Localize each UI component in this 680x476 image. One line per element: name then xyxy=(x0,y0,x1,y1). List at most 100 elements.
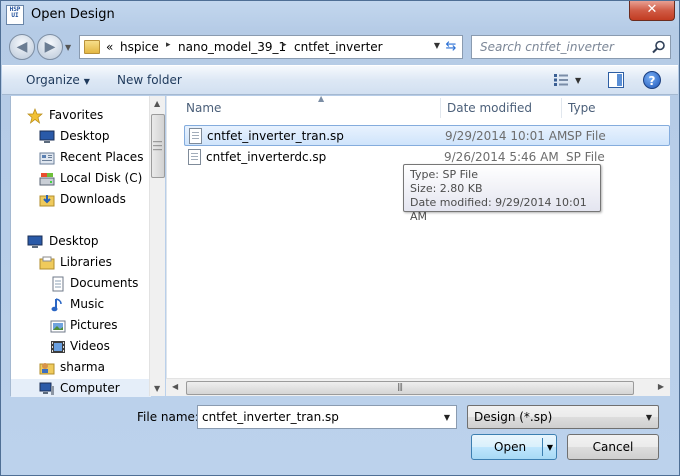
back-button[interactable]: ◀ xyxy=(9,34,35,60)
file-name-value[interactable]: cntfet_inverter_tran.sp xyxy=(202,410,339,424)
user-folder-icon xyxy=(39,363,55,375)
nav-item-recent-places[interactable]: Recent Places xyxy=(11,148,151,168)
folder-icon xyxy=(84,40,100,54)
arrow-right-icon: ▶ xyxy=(44,39,56,55)
scroll-grip-icon: ― ― ― xyxy=(153,137,162,155)
nav-label: Favorites xyxy=(49,108,104,122)
forward-button[interactable]: ▶ xyxy=(37,34,63,60)
nav-item-documents[interactable]: Documents xyxy=(11,274,151,294)
nav-item-local-disk[interactable]: Local Disk (C) xyxy=(11,169,151,189)
nav-item-downloads[interactable]: Downloads xyxy=(11,190,151,210)
nav-item-libraries[interactable]: Libraries xyxy=(11,253,151,273)
desktop-icon xyxy=(27,235,43,248)
nav-item-favorites[interactable]: Favorites xyxy=(11,106,151,126)
file-date: 9/29/2014 10:01 AM xyxy=(445,129,568,143)
documents-icon xyxy=(52,276,64,292)
nav-label: Desktop xyxy=(49,234,99,248)
scroll-up-icon[interactable]: ▲ xyxy=(154,99,160,108)
breadcrumb-nano-model[interactable]: nano_model_39_1 xyxy=(178,40,286,54)
scroll-right-icon[interactable]: ▶ xyxy=(658,382,664,391)
disk-icon xyxy=(39,173,55,186)
sp-file-icon xyxy=(189,128,202,144)
file-type-filter-value: Design (*.sp) xyxy=(474,410,553,424)
open-button[interactable]: Open ▼ xyxy=(471,434,557,460)
scroll-down-icon[interactable]: ▼ xyxy=(154,384,160,393)
nav-item-desktop-root[interactable]: Desktop xyxy=(11,232,151,252)
nav-item-desktop[interactable]: Desktop xyxy=(11,127,151,147)
search-box[interactable]: Search cntfet_inverter xyxy=(471,35,671,59)
view-dropdown[interactable]: ▼ xyxy=(575,76,581,85)
recent-locations-dropdown[interactable]: ▼ xyxy=(65,43,71,52)
chevron-down-icon[interactable]: ▼ xyxy=(547,443,553,452)
open-design-dialog: HSP UI Open Design ✕ ◀ ▶ ▼ « hspice ▸ na… xyxy=(0,0,680,476)
refresh-icon[interactable]: ⇆ xyxy=(442,39,460,55)
sort-ascending-icon: ▲ xyxy=(318,94,325,103)
nav-item-videos[interactable]: Videos xyxy=(11,337,151,357)
search-input[interactable]: Search cntfet_inverter xyxy=(480,40,614,54)
organize-button[interactable]: Organize ▼ xyxy=(26,73,90,87)
star-icon xyxy=(27,108,43,124)
nav-label: Pictures xyxy=(70,318,118,332)
close-button[interactable]: ✕ xyxy=(629,1,675,21)
chevron-down-icon[interactable]: ▼ xyxy=(444,413,450,422)
nav-item-sharma[interactable]: sharma xyxy=(11,358,151,378)
breadcrumb-overflow[interactable]: « xyxy=(106,40,113,54)
nav-label: Local Disk (C) xyxy=(60,171,143,185)
help-icon[interactable]: ? xyxy=(643,71,661,89)
chevron-down-icon: ▼ xyxy=(83,77,90,86)
breadcrumb-separator[interactable]: ▸ xyxy=(282,40,287,50)
command-toolbar: Organize ▼ New folder ▼ ? xyxy=(2,65,678,95)
arrow-left-icon: ◀ xyxy=(16,39,28,55)
new-folder-button[interactable]: New folder xyxy=(117,73,182,87)
file-name: cntfet_inverterdc.sp xyxy=(206,150,327,164)
split-divider xyxy=(542,438,543,456)
scroll-left-icon[interactable]: ◀ xyxy=(172,382,178,391)
nav-label: Libraries xyxy=(60,255,112,269)
column-label: Name xyxy=(186,101,222,115)
column-label: Type xyxy=(568,101,596,115)
music-icon xyxy=(51,298,62,312)
nav-item-music[interactable]: Music xyxy=(11,295,151,315)
search-icon[interactable] xyxy=(652,40,666,54)
column-header-type[interactable]: Type xyxy=(562,96,662,120)
address-dropdown[interactable]: ▼ xyxy=(434,41,440,50)
preview-pane-icon[interactable] xyxy=(608,72,624,88)
column-header-date[interactable]: Date modified xyxy=(441,96,561,120)
recent-places-icon xyxy=(39,152,55,165)
breadcrumb-separator[interactable]: ▸ xyxy=(166,40,171,50)
file-name: cntfet_inverter_tran.sp xyxy=(207,129,344,143)
tooltip-date: Date modified: 9/29/2014 10:01 AM xyxy=(410,196,587,223)
title-bar[interactable]: HSP UI Open Design ✕ xyxy=(1,1,679,29)
close-icon: ✕ xyxy=(646,2,658,17)
horizontal-scroll-thumb[interactable]: ||| xyxy=(186,381,634,395)
nav-scrollbar[interactable]: ▲ ― ― ― ▼ xyxy=(149,96,165,396)
file-date: 9/26/2014 5:46 AM xyxy=(444,150,559,164)
file-type: SP File xyxy=(566,150,605,164)
breadcrumb-hspice[interactable]: hspice xyxy=(120,40,159,54)
tooltip-size: Size: 2.80 KB xyxy=(410,182,483,195)
table-row[interactable]: cntfet_inverter_tran.sp 9/29/2014 10:01 … xyxy=(184,125,670,146)
nav-label: sharma xyxy=(60,360,105,374)
file-type-filter[interactable]: Design (*.sp) ▼ xyxy=(467,405,659,429)
nav-item-computer[interactable]: Computer xyxy=(11,379,151,397)
column-label: Date modified xyxy=(447,101,533,115)
view-options-icon[interactable] xyxy=(553,73,569,87)
videos-icon xyxy=(51,341,65,353)
breadcrumb-cntfet-inverter[interactable]: cntfet_inverter xyxy=(294,40,383,54)
organize-label: Organize xyxy=(26,73,80,87)
nav-item-pictures[interactable]: Pictures xyxy=(11,316,151,336)
window-title: Open Design xyxy=(31,7,115,22)
file-name-label: File name: xyxy=(137,410,199,424)
cancel-button[interactable]: Cancel xyxy=(567,434,659,460)
file-type: SP File xyxy=(567,129,606,143)
horizontal-scrollbar[interactable]: ◀ ||| ▶ xyxy=(166,378,670,396)
chevron-down-icon[interactable]: ▼ xyxy=(646,413,652,422)
libraries-icon xyxy=(39,256,55,270)
nav-label: Music xyxy=(70,297,105,311)
downloads-icon xyxy=(39,195,55,207)
address-bar[interactable]: « hspice ▸ nano_model_39_1 ▸ cntfet_inve… xyxy=(79,35,463,59)
file-name-field[interactable]: cntfet_inverter_tran.sp ▼ xyxy=(197,405,457,429)
column-header-name[interactable]: ▲ Name xyxy=(180,94,440,120)
navigation-pane: Favorites Desktop Recent Places Local Di… xyxy=(10,96,165,397)
desktop-icon xyxy=(39,130,55,143)
